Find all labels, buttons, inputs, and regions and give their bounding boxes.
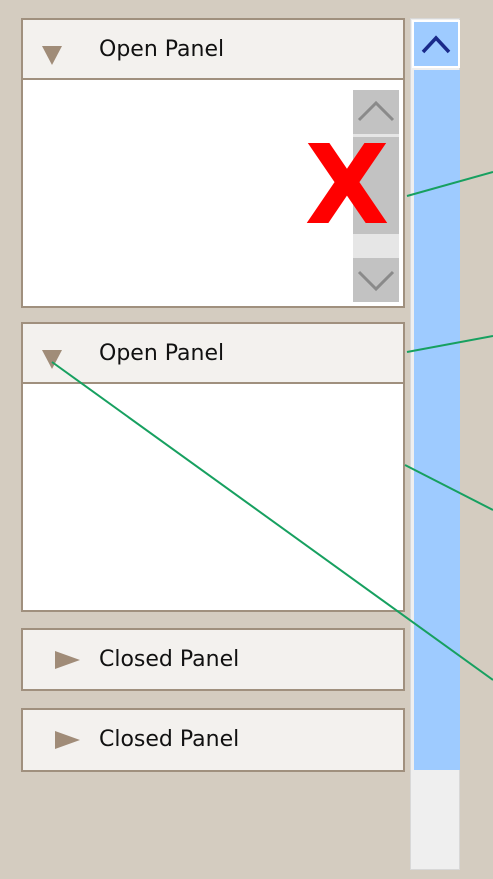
chevron-down-icon	[357, 270, 395, 292]
panel-4: Closed Panel	[21, 708, 405, 772]
panel-title: Closed Panel	[99, 727, 240, 752]
triangle-right-icon[interactable]	[55, 651, 80, 669]
panel-header[interactable]: Closed Panel	[23, 630, 403, 689]
panel-stack-diagram: Open Panel Open Panel Closed Panel Close…	[0, 0, 493, 879]
panel-header[interactable]: Closed Panel	[23, 710, 403, 770]
triangle-right-icon[interactable]	[55, 731, 80, 749]
panel-title: Closed Panel	[99, 647, 240, 672]
triangle-down-icon[interactable]	[42, 46, 62, 65]
panel-3: Closed Panel	[21, 628, 405, 691]
outer-scroll-up-button[interactable]	[412, 20, 460, 68]
triangle-down-icon[interactable]	[42, 350, 62, 369]
panel-header[interactable]: Open Panel	[23, 20, 403, 80]
panel-title: Open Panel	[99, 341, 225, 366]
error-x-mark: X	[304, 121, 390, 249]
outer-scrollbar-thumb[interactable]	[414, 70, 460, 770]
chevron-up-icon	[421, 35, 451, 54]
panel-title: Open Panel	[99, 37, 225, 62]
panel-header[interactable]: Open Panel	[23, 324, 403, 384]
inner-scroll-down-button[interactable]	[353, 258, 399, 302]
panel-2: Open Panel	[21, 322, 405, 612]
